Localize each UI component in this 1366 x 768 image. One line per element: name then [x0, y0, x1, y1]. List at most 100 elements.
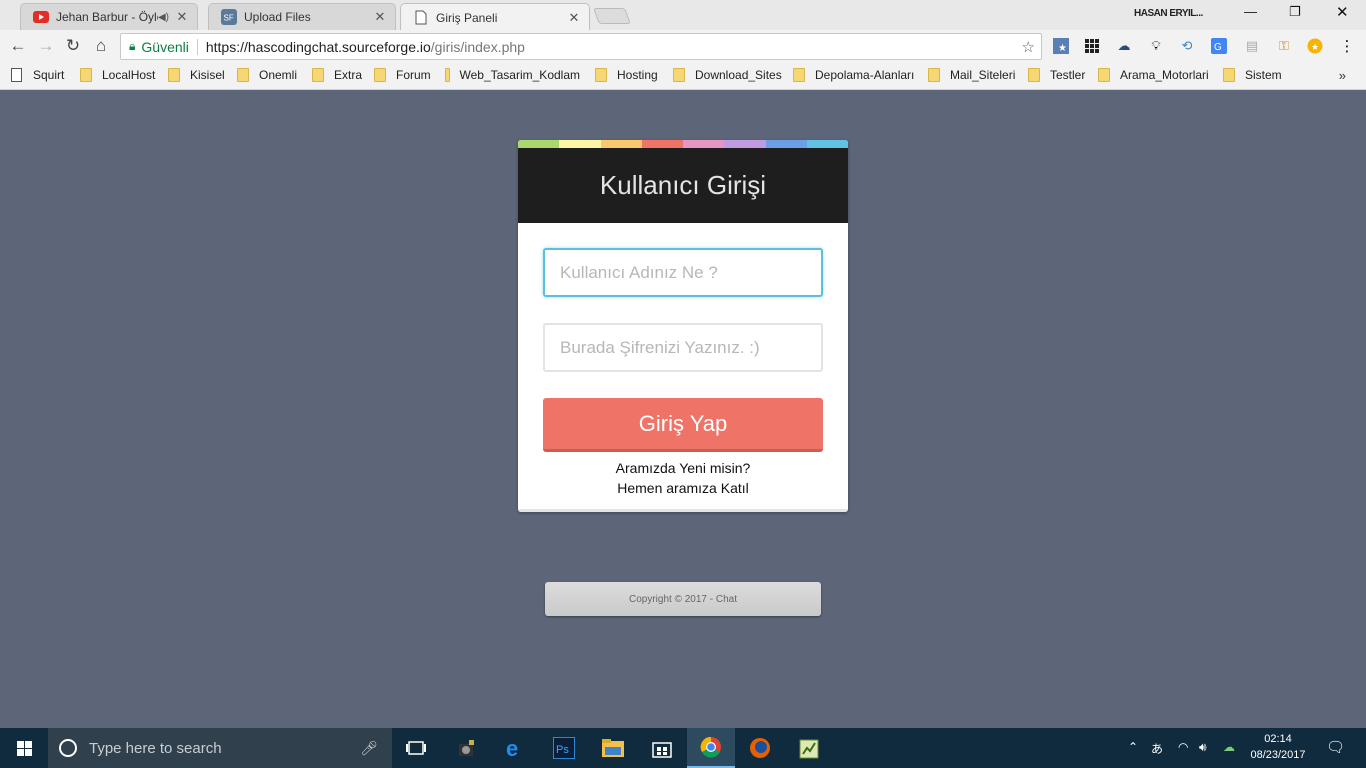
forward-icon[interactable]: →: [36, 36, 56, 56]
coin-icon[interactable]: ★: [1306, 37, 1324, 55]
tab-upload-files[interactable]: SF Upload Files ✕: [208, 3, 396, 30]
file-explorer-icon[interactable]: [589, 728, 637, 768]
bookmark-folder[interactable]: Forum: [374, 68, 431, 82]
page-icon: [413, 10, 429, 26]
close-tab-icon[interactable]: ✕: [373, 9, 387, 25]
signup-question: Aramızda Yeni misin?: [615, 460, 751, 476]
bookmark-star-icon[interactable]: ☆: [1022, 38, 1035, 56]
chrome-icon[interactable]: [687, 728, 735, 768]
notepad-app-icon[interactable]: [785, 728, 833, 768]
folder-icon: [595, 68, 607, 82]
panel-title: Kullanıcı Girişi: [518, 148, 848, 223]
cortana-icon: [59, 739, 77, 757]
ime-icon[interactable]: あ: [1151, 740, 1163, 757]
extension-bookmark-icon[interactable]: ★: [1052, 37, 1070, 55]
photoshop-icon[interactable]: Ps: [540, 728, 588, 768]
task-view-icon[interactable]: [392, 728, 440, 768]
tab-youtube[interactable]: Jehan Barbur - Öylesin ◀) ✕: [20, 3, 198, 30]
show-hidden-icons[interactable]: ⌃: [1128, 740, 1138, 754]
clock-date: 08/23/2017: [1250, 749, 1306, 761]
new-tab-button[interactable]: [593, 8, 631, 24]
store-icon[interactable]: [638, 728, 686, 768]
folder-icon: [1098, 68, 1110, 82]
youtube-icon: [33, 9, 49, 25]
edge-icon[interactable]: e: [492, 728, 540, 768]
windows-taskbar: Type here to search 🎤︎ e Ps ⌃ あ ◠ 🔊︎ ☁ 0…: [0, 728, 1366, 768]
folder-icon: [1028, 68, 1040, 82]
svg-text:SF: SF: [224, 14, 234, 23]
system-clock[interactable]: 02:14 08/23/2017: [1244, 731, 1312, 763]
bookmark-folder[interactable]: Sistem: [1223, 68, 1282, 82]
tab-label: Jehan Barbur - Öylesin: [56, 10, 158, 24]
folder-icon: [673, 68, 685, 82]
tab-label: Giriş Paneli: [436, 10, 498, 25]
translate-icon[interactable]: G: [1210, 37, 1228, 55]
start-button[interactable]: [0, 728, 48, 768]
bookmark-folder[interactable]: Hosting: [595, 68, 658, 82]
extension-icon[interactable]: ⟲: [1178, 37, 1196, 55]
svg-text:Ps: Ps: [556, 744, 569, 756]
key-icon[interactable]: ⚿: [1275, 37, 1293, 55]
menu-icon[interactable]: ⋮: [1338, 37, 1356, 55]
folder-icon: [312, 68, 324, 82]
firefox-icon[interactable]: [736, 728, 784, 768]
signup-link[interactable]: Hemen aramıza Katıl: [518, 478, 848, 498]
bookmark-folder[interactable]: Mail_Siteleri: [928, 68, 1015, 82]
notifications-icon[interactable]: 🗨︎: [1326, 738, 1345, 756]
password-input[interactable]: [543, 323, 823, 372]
sourceforge-icon: SF: [221, 9, 237, 25]
stripe-segment: [724, 140, 766, 148]
reload-icon[interactable]: ↻: [63, 36, 83, 56]
camera-app-icon[interactable]: [443, 728, 491, 768]
login-button[interactable]: Giriş Yap: [543, 398, 823, 452]
stripe-segment: [559, 140, 601, 148]
taskbar-search[interactable]: Type here to search 🎤︎: [48, 728, 392, 768]
bookmark-folder[interactable]: Kisisel: [168, 68, 225, 82]
bookmark-folder[interactable]: Testler: [1028, 68, 1085, 82]
close-tab-icon[interactable]: ✕: [567, 10, 581, 26]
svg-text:★: ★: [1058, 43, 1067, 54]
bookmark-folder[interactable]: Extra: [312, 68, 362, 82]
folder-icon: [80, 68, 92, 82]
bookmark-folder[interactable]: LocalHost: [80, 68, 155, 82]
close-tab-icon[interactable]: ✕: [175, 9, 189, 25]
profile-name[interactable]: HASAN ERYIL...: [1134, 8, 1203, 19]
folder-icon: [168, 68, 180, 82]
cloud-icon[interactable]: ☁: [1115, 37, 1133, 55]
minimize-icon[interactable]: —: [1244, 4, 1257, 19]
speaker-icon[interactable]: ◀): [158, 12, 169, 23]
address-bar[interactable]: 🔒︎ Güvenli https://hascodingchat.sourcef…: [120, 33, 1042, 60]
color-stripe: [518, 140, 848, 148]
back-icon[interactable]: ←: [8, 36, 28, 56]
folder-icon: [237, 68, 249, 82]
page-content: Kullanıcı Girişi Giriş Yap Aramızda Yeni…: [0, 90, 1366, 728]
bulb-icon[interactable]: 💡︎: [1147, 37, 1165, 55]
tab-giris-paneli[interactable]: Giriş Paneli ✕: [400, 3, 590, 31]
bookmark-folder[interactable]: Download_Sites: [673, 68, 782, 82]
restore-icon[interactable]: ❐: [1289, 4, 1301, 20]
username-input[interactable]: [543, 248, 823, 297]
signup-block: Aramızda Yeni misin? Hemen aramıza Katıl: [518, 458, 848, 498]
bookmark-item[interactable]: Squirt: [11, 68, 64, 82]
bookmark-folder[interactable]: Web_Tasarim_Kodlam: [445, 68, 580, 82]
url-path: /giris/index.php: [430, 38, 525, 55]
wifi-icon[interactable]: ◠: [1178, 740, 1188, 754]
bookmarks-overflow-icon[interactable]: »: [1339, 68, 1346, 83]
security-label: Güvenli: [141, 38, 189, 55]
lock-icon: 🔒︎: [129, 39, 136, 53]
sync-icon[interactable]: ☁: [1223, 740, 1235, 754]
bookmark-folder[interactable]: Arama_Motorlari: [1098, 68, 1209, 82]
stripe-segment: [518, 140, 560, 148]
apps-grid-icon[interactable]: [1083, 37, 1101, 55]
volume-icon[interactable]: 🔊︎: [1199, 740, 1207, 755]
folder-icon: [445, 68, 450, 82]
clock-time: 02:14: [1264, 733, 1292, 745]
folder-icon: [793, 68, 805, 82]
bookmark-folder[interactable]: Onemli: [237, 68, 297, 82]
microphone-icon[interactable]: 🎤︎: [360, 740, 378, 757]
bookmark-folder[interactable]: Depolama-Alanları: [793, 68, 914, 82]
close-window-icon[interactable]: ✕: [1336, 3, 1349, 21]
home-icon[interactable]: ⌂: [91, 36, 111, 56]
copyright-bar: Copyright © 2017 - Chat: [545, 582, 821, 616]
note-icon[interactable]: ▤: [1243, 37, 1261, 55]
